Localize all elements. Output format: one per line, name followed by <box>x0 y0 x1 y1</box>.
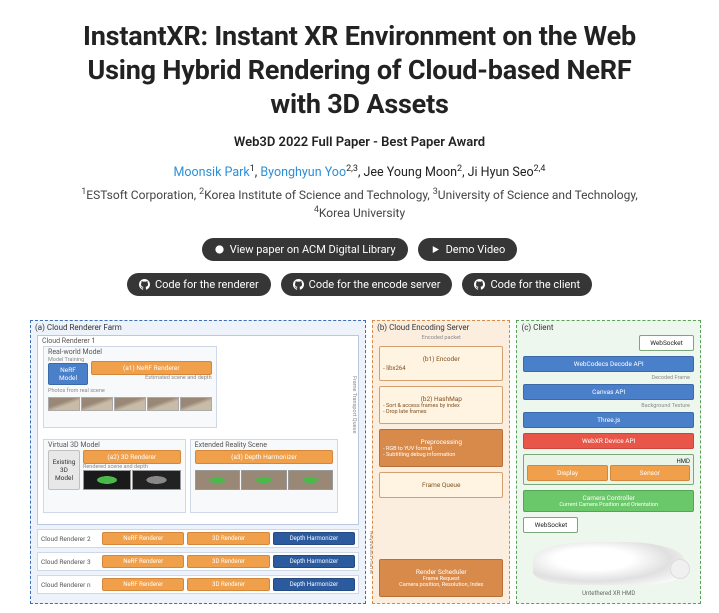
nerf-model-chip: NeRF Model <box>48 363 88 385</box>
sensor-box: Sensor <box>610 465 690 481</box>
play-icon <box>430 244 441 255</box>
cloud-renderer-2-row: Cloud Renderer 2 NeRF Renderer 3D Render… <box>37 529 359 548</box>
encoder-box: (b1) Encoder - libx264 <box>379 346 503 381</box>
cloud-renderer-3-row: Cloud Renderer 3 NeRF Renderer 3D Render… <box>37 552 359 571</box>
canvas-api-box: Canvas API <box>523 384 694 400</box>
authors-line: Moonsik Park1, Byonghyun Yoo2,3, Jee You… <box>30 164 689 180</box>
display-box: Display <box>527 465 607 481</box>
camera-controller-box: Camera Controller Current Camera Positio… <box>523 490 694 512</box>
author-link-2[interactable]: Byonghyun Yoo <box>260 165 346 180</box>
photo-strip <box>48 397 212 411</box>
github-icon <box>474 279 485 290</box>
github-icon <box>139 279 150 290</box>
threejs-box: Three.js <box>523 412 694 428</box>
code-encode-button[interactable]: Code for the encode server <box>281 273 453 296</box>
button-row-1: View paper on ACM Digital Library Demo V… <box>30 238 689 265</box>
code-renderer-button[interactable]: Code for the renderer <box>127 273 271 296</box>
vr-caption: Untethered XR HMD <box>523 590 694 597</box>
button-row-2: Code for the renderer Code for the encod… <box>30 273 689 300</box>
code-client-button[interactable]: Code for the client <box>462 273 592 296</box>
panel-client: (c) Client WebSocket WebCodecs Decode AP… <box>516 320 701 604</box>
cloud-renderer-n-row: Cloud Renderer n NeRF Renderer 3D Render… <box>37 575 359 594</box>
frame-queue-box: Frame Queue <box>379 472 503 498</box>
hashmap-box: (b2) HashMap - Sort & access frames by i… <box>379 386 503 424</box>
hmd-box: HMD Display Sensor <box>523 454 694 485</box>
xr-scene-box: Extended Reality Scene (a3) Depth Harmon… <box>190 439 339 513</box>
panel-c-label: (c) Client <box>521 323 553 332</box>
cloud-renderer-1: Cloud Renderer 1 Frame Transport Queue R… <box>37 335 359 525</box>
demo-video-button[interactable]: Demo Video <box>418 238 518 261</box>
nerf-renderer-chip: (a1) NeRF Renderer <box>91 361 212 375</box>
3d-renderer-chip: (a2) 3D Renderer <box>83 450 181 464</box>
document-icon <box>214 244 225 255</box>
affiliations: 1ESTsoft Corporation, 2Korea Institute o… <box>50 186 669 222</box>
virtual-3d-model-box: Virtual 3D Model Existing 3D Model (a2) … <box>43 439 186 513</box>
architecture-figure: (a) Cloud Renderer Farm Cloud Renderer 1… <box>30 320 689 604</box>
subtitle: Web3D 2022 Full Paper - Best Paper Award <box>30 135 689 150</box>
view-paper-button[interactable]: View paper on ACM Digital Library <box>202 238 408 261</box>
panel-cloud-renderer-farm: (a) Cloud Renderer Farm Cloud Renderer 1… <box>30 320 366 604</box>
websocket-box: WebSocket <box>639 335 694 351</box>
author-4: Ji Hyun Seo <box>468 165 534 180</box>
webxr-box: WebXR Device API <box>523 433 694 449</box>
render-scheduler-box: Render Scheduler Frame Request Camera po… <box>379 559 503 597</box>
websocket-box-2: WebSocket <box>523 517 578 533</box>
author-3: Jee Young Moon <box>364 165 457 180</box>
preprocessing-box: Preprocessing - RGB to YUV format - Subt… <box>379 429 503 467</box>
author-link-1[interactable]: Moonsik Park <box>174 165 250 180</box>
panel-cloud-encoding-server: (b) Cloud Encoding Server Encoded packet… <box>372 320 510 604</box>
existing-3d-model-chip: Existing 3D Model <box>48 450 80 490</box>
depth-harmonizer-chip: (a3) Depth Harmonizer <box>195 450 334 464</box>
page-title: InstantXR: Instant XR Environment on the… <box>70 20 649 121</box>
vr-headset-image <box>533 542 684 585</box>
github-icon <box>293 279 304 290</box>
webcodecs-box: WebCodecs Decode API <box>523 356 694 372</box>
panel-a-label: (a) Cloud Renderer Farm <box>35 323 122 332</box>
panel-b-label: (b) Cloud Encoding Server <box>377 323 469 332</box>
real-world-model-box: Real-world Model Model Training NeRF Mod… <box>43 346 217 428</box>
